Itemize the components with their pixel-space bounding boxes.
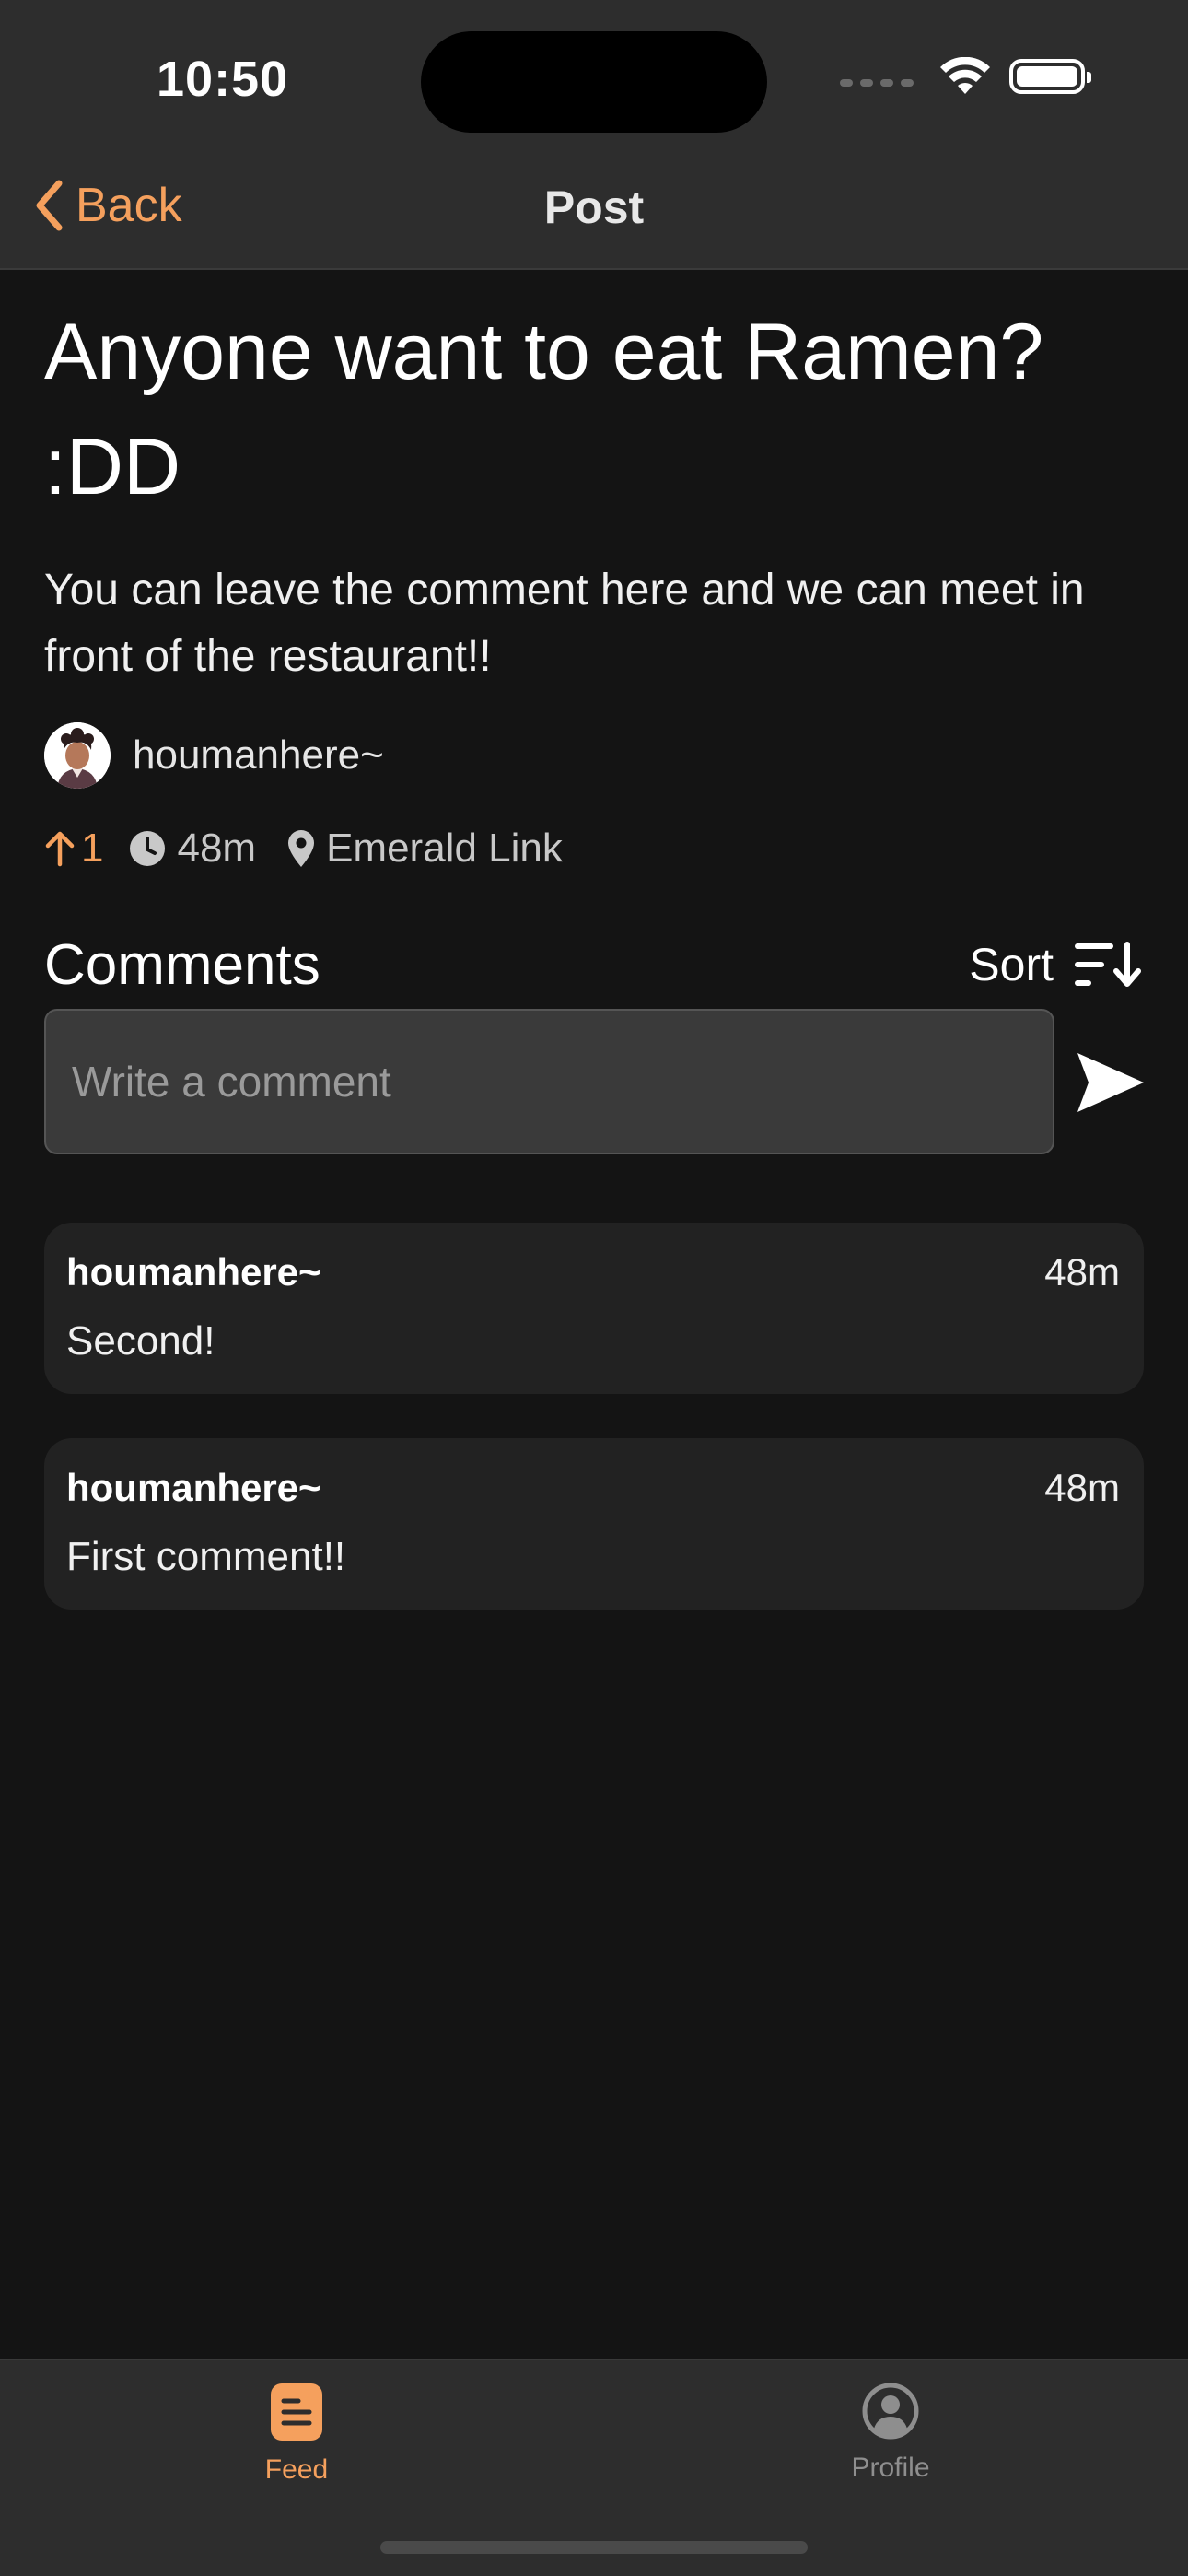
status-time: 10:50 xyxy=(157,52,289,107)
arrow-up-icon xyxy=(45,831,75,867)
comment-text: First comment!! xyxy=(66,1534,346,1579)
chevron-left-icon xyxy=(36,180,63,231)
location-pin-icon xyxy=(288,830,315,867)
comment-author: houmanhere~ xyxy=(66,1466,321,1509)
post-author[interactable]: houmanhere~ xyxy=(44,722,384,789)
sort-icon xyxy=(1075,942,1141,987)
sort-button[interactable]: Sort xyxy=(969,938,1144,991)
comment-time: 48m xyxy=(1044,1466,1120,1509)
post-age-text: 48m xyxy=(177,825,257,871)
author-name: houmanhere~ xyxy=(133,732,384,778)
upvote-button[interactable]: 1 xyxy=(44,825,103,872)
post-meta: 1 48m Emerald Link xyxy=(44,825,594,872)
avatar xyxy=(44,722,111,789)
home-indicator xyxy=(380,2541,808,2554)
post-location: Emerald Link xyxy=(287,825,563,872)
post-screen: 10:50 Back Post Anyone want to eat Ramen… xyxy=(0,0,1188,2576)
send-icon[interactable] xyxy=(1076,1050,1146,1115)
tab-feed[interactable]: Feed xyxy=(158,2383,435,2486)
profile-icon xyxy=(862,2383,919,2440)
tab-profile-label: Profile xyxy=(851,2453,930,2483)
comment-time: 48m xyxy=(1044,1250,1120,1294)
comment-author: houmanhere~ xyxy=(66,1250,321,1294)
tab-profile[interactable]: Profile xyxy=(752,2383,1029,2484)
upvote-count: 1 xyxy=(81,825,104,871)
battery-icon xyxy=(1009,59,1091,94)
post-age: 48m xyxy=(129,825,256,872)
clock-icon xyxy=(130,831,166,866)
post-body: You can leave the comment here and we ca… xyxy=(44,566,1085,681)
comments-heading: Comments xyxy=(44,933,320,997)
wifi-icon xyxy=(940,57,990,94)
comment-input[interactable] xyxy=(44,1009,1054,1154)
status-icons xyxy=(840,57,1091,96)
tab-feed-label: Feed xyxy=(264,2454,329,2485)
dynamic-island xyxy=(421,31,767,133)
location-text: Emerald Link xyxy=(326,825,563,871)
cellular-signal-icon xyxy=(840,79,914,87)
top-bar: 10:50 Back Post xyxy=(0,0,1188,270)
back-button[interactable]: Back xyxy=(35,178,182,233)
feed-icon xyxy=(271,2383,322,2441)
post-title: Anyone want to eat Ramen? :DD xyxy=(44,308,1044,511)
comment-card: houmanhere~ 48m First comment!! xyxy=(44,1438,1144,1610)
sort-label: Sort xyxy=(969,939,1054,990)
comment-text: Second! xyxy=(66,1318,215,1364)
comment-card: houmanhere~ 48m Second! xyxy=(44,1223,1144,1394)
back-label: Back xyxy=(76,179,182,232)
